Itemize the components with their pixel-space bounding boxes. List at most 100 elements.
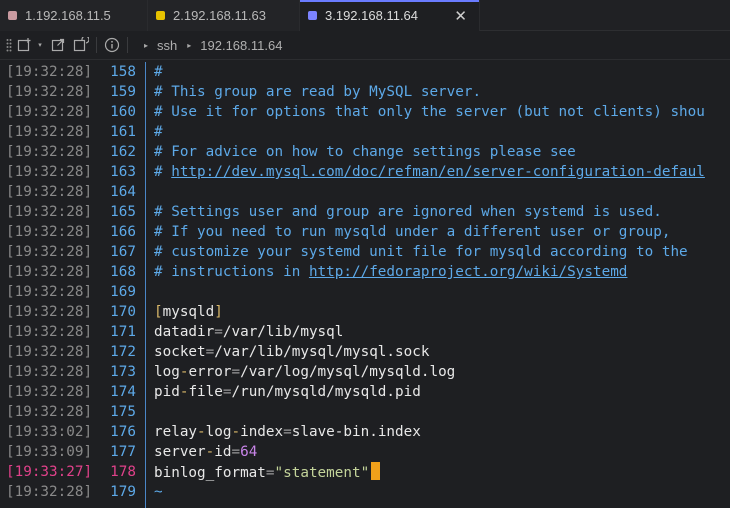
timestamp: [19:32:28] [6,244,93,260]
tab-label: 1.192.168.11.5 [25,8,111,23]
line-text: socket=/var/lib/mysql/mysql.sock [154,342,429,362]
config-value: /run/mysqld/mysqld.pid [231,384,421,400]
config-key: id [214,444,232,460]
timestamp: [19:33:27] [6,464,93,480]
line-number: 167 [110,244,136,260]
line-number: 170 [110,304,136,320]
line-text: datadir=/var/lib/mysql [154,322,343,342]
new-session-icon[interactable] [16,36,34,54]
line-number: 174 [110,384,136,400]
terminal-line: [19:33:09] 177 server-id=64 [0,442,730,462]
equals-sign: = [231,444,241,460]
line-number: 160 [110,104,136,120]
equals-sign: = [283,424,292,440]
line-number: 163 [110,164,136,180]
url-link[interactable]: http://fedoraproject.org/wiki/Systemd [309,264,627,280]
info-icon[interactable] [103,36,121,54]
reconnect-icon[interactable] [72,36,90,54]
section-bracket: ] [214,304,223,320]
timestamp: [19:32:28] [6,344,93,360]
timestamp: [19:32:28] [6,264,93,280]
tab-label: 2.192.168.11.63 [173,8,267,23]
session-color-icon [8,11,17,20]
breadcrumb-host[interactable]: 192.168.11.64 [200,38,282,53]
line-text: # [154,64,163,80]
terminal-output[interactable]: [19:32:28] 158 # [19:32:28] 159 # This g… [0,62,730,508]
config-key: datadir [154,324,215,340]
timestamp: [19:32:28] [6,404,93,420]
config-key: file [188,384,223,400]
timestamp: [19:32:28] [6,164,93,180]
text-cursor [371,462,381,480]
url-link[interactable]: http://dev.mysql.com/doc/refman/en/serve… [171,164,705,180]
timestamp: [19:32:28] [6,84,93,100]
terminal-line: [19:32:28] 159 # This group are read by … [0,82,730,102]
config-value: /var/log/mysql/mysqld.log [240,364,456,380]
line-text: pid-file=/run/mysqld/mysqld.pid [154,382,421,402]
equals-sign: = [214,324,223,340]
terminal-line: [19:32:28] 164 [0,182,730,202]
timestamp: [19:32:28] [6,324,93,340]
terminal-line: [19:32:28] 160 # Use it for options that… [0,102,730,122]
terminal-line: [19:32:28] 172 socket=/var/lib/mysql/mys… [0,342,730,362]
line-number: 172 [110,344,136,360]
line-text: # [154,124,163,140]
config-key: error [188,364,232,380]
terminal-line: [19:32:28] 173 log-error=/var/log/mysql/… [0,362,730,382]
timestamp: [19:32:28] [6,144,93,160]
line-text: binlog_format="statement" [154,462,381,483]
dropdown-arrow-icon[interactable]: ▾ [34,36,46,54]
breadcrumb-protocol[interactable]: ssh [157,38,177,53]
line-text: # For advice on how to change settings p… [154,144,576,160]
timestamp: [19:32:28] [6,204,93,220]
line-number: 159 [110,84,136,100]
config-key: index [240,424,284,440]
toolbar: ▾ ▸ ssh ▸ 192.168.11.64 [0,31,730,60]
terminal-line: [19:32:28] 171 datadir=/var/lib/mysql [0,322,730,342]
close-tab-icon[interactable]: ✕ [454,7,467,25]
terminal-line: [19:32:28] 162 # For advice on how to ch… [0,142,730,162]
empty-line-tilde: ~ [154,484,163,500]
breadcrumb-arrow-icon: ▸ [187,40,192,50]
config-key: relay [154,424,198,440]
config-key: log [205,424,232,440]
line-number: 176 [110,424,136,440]
line-number: 178 [110,464,136,480]
key-dash: - [231,424,241,440]
line-number: 173 [110,364,136,380]
line-text: # http://dev.mysql.com/doc/refman/en/ser… [154,162,705,182]
config-key: log [154,364,180,380]
timestamp: [19:32:28] [6,224,93,240]
timestamp: [19:32:28] [6,304,93,320]
new-tab-icon[interactable] [50,36,68,54]
config-value: /var/lib/mysql/mysql.sock [214,344,430,360]
terminal-line: [19:32:28] 165 # Settings user and group… [0,202,730,222]
config-key: pid [154,384,180,400]
terminal-line: [19:32:28] 170 [mysqld] [0,302,730,322]
timestamp: [19:33:09] [6,444,93,460]
tab-session-2[interactable]: 2.192.168.11.63 [148,0,300,31]
config-key: server [154,444,206,460]
line-number: 164 [110,184,136,200]
timestamp: [19:32:28] [6,184,93,200]
tab-session-3[interactable]: 3.192.168.11.64 ✕ [300,0,480,31]
toolbar-divider [127,37,128,53]
line-text: server-id=64 [154,442,257,462]
config-key: socket [154,344,206,360]
terminal-line-current: [19:33:27] 178 binlog_format="statement" [0,462,730,482]
equals-sign: = [205,344,215,360]
terminal-line: [19:32:28] 166 # If you need to run mysq… [0,222,730,242]
terminal-line: [19:32:28] 161 # [0,122,730,142]
line-text: # customize your systemd unit file for m… [154,244,688,260]
tab-session-1[interactable]: 1.192.168.11.5 [0,0,148,31]
equals-sign: = [231,364,241,380]
line-number: 168 [110,264,136,280]
drag-handle-icon[interactable] [2,36,16,54]
terminal-line: [19:33:02] 176 relay-log-index=slave-bin… [0,422,730,442]
line-number: 171 [110,324,136,340]
line-text: # If you need to run mysqld under a diff… [154,224,671,240]
timestamp: [19:32:28] [6,104,93,120]
line-number: 179 [110,484,136,500]
line-number: 162 [110,144,136,160]
line-text: # This group are read by MySQL server. [154,84,482,100]
